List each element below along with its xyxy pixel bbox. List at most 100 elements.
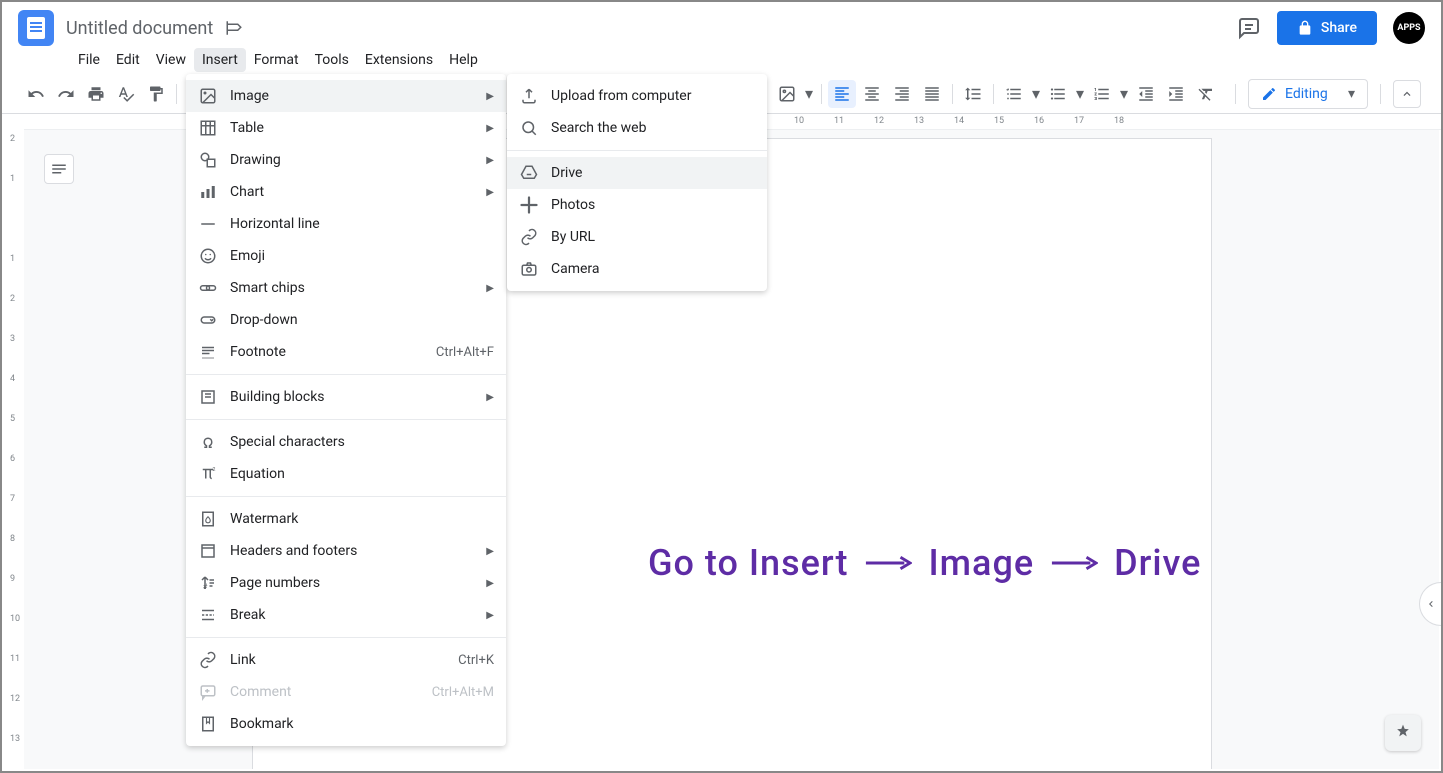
menu-item-label: Horizontal line xyxy=(230,216,494,232)
submenu-arrow-icon: ▶ xyxy=(486,155,494,166)
headers-icon xyxy=(198,541,218,561)
line-spacing-button[interactable] xyxy=(959,80,987,108)
menu-item-label: Link xyxy=(230,652,458,668)
submenu-arrow-icon: ▶ xyxy=(486,578,494,589)
numbered-dropdown[interactable]: ▾ xyxy=(1118,80,1130,108)
insert-item-link[interactable]: LinkCtrl+K xyxy=(186,644,506,676)
emoji-icon xyxy=(198,246,218,266)
align-left-button[interactable] xyxy=(828,80,856,108)
align-justify-button[interactable] xyxy=(918,80,946,108)
photos-icon xyxy=(519,195,539,215)
insert-item-image[interactable]: Image▶ xyxy=(186,80,506,112)
insert-item-equation[interactable]: 2Equation xyxy=(186,458,506,490)
image-item-camera[interactable]: Camera xyxy=(507,253,767,285)
align-right-button[interactable] xyxy=(888,80,916,108)
align-center-button[interactable] xyxy=(858,80,886,108)
break-icon xyxy=(198,605,218,625)
share-button[interactable]: Share xyxy=(1277,11,1377,45)
menu-extensions[interactable]: Extensions xyxy=(357,48,441,72)
dropdown-icon xyxy=(198,310,218,330)
insert-item-table[interactable]: Table▶ xyxy=(186,112,506,144)
insert-item-building-blocks[interactable]: Building blocks▶ xyxy=(186,381,506,413)
spellcheck-button[interactable] xyxy=(112,80,140,108)
menu-help[interactable]: Help xyxy=(441,48,486,72)
insert-item-watermark[interactable]: Watermark xyxy=(186,503,506,535)
menu-insert[interactable]: Insert xyxy=(194,48,246,72)
document-title[interactable]: Untitled document xyxy=(66,18,213,39)
insert-item-drawing[interactable]: Drawing▶ xyxy=(186,144,506,176)
image-submenu: Upload from computer Search the web Drive P… xyxy=(507,74,767,291)
account-avatar[interactable]: APPS xyxy=(1393,12,1425,44)
insert-menu-dropdown: Image▶Table▶Drawing▶Chart▶Horizontal lin… xyxy=(186,74,506,746)
annotation-text: Go to Insert Image Drive xyxy=(648,542,1201,584)
insert-image-button[interactable] xyxy=(773,80,801,108)
menu-item-label: Headers and footers xyxy=(230,543,486,559)
link-icon xyxy=(198,650,218,670)
footnote-icon xyxy=(198,342,218,362)
menu-edit[interactable]: Edit xyxy=(108,48,148,72)
numbered-list-button[interactable] xyxy=(1088,80,1116,108)
menu-item-label: Upload from computer xyxy=(551,88,755,104)
url-icon xyxy=(519,227,539,247)
vertical-ruler: 2112345678910111213 xyxy=(4,130,24,769)
menu-format[interactable]: Format xyxy=(246,48,307,72)
move-icon[interactable] xyxy=(225,19,243,37)
omega-icon xyxy=(198,432,218,452)
insert-item-page-numbers[interactable]: # Page numbers▶ xyxy=(186,567,506,599)
menu-file[interactable]: File xyxy=(70,48,108,72)
print-button[interactable] xyxy=(82,80,110,108)
show-outline-button[interactable] xyxy=(44,154,74,184)
image-item-drive[interactable]: Drive xyxy=(507,157,767,189)
redo-button[interactable] xyxy=(52,80,80,108)
menu-item-label: Camera xyxy=(551,261,755,277)
undo-button[interactable] xyxy=(22,80,50,108)
menu-item-label: Page numbers xyxy=(230,575,486,591)
menu-item-label: Special characters xyxy=(230,434,494,450)
insert-item-headers-and-footers[interactable]: Headers and footers▶ xyxy=(186,535,506,567)
docs-logo[interactable] xyxy=(18,10,54,46)
svg-text:2: 2 xyxy=(213,467,216,473)
chips-icon xyxy=(198,278,218,298)
editing-mode-button[interactable]: Editing ▾ xyxy=(1248,79,1368,109)
hline-icon xyxy=(198,214,218,234)
explore-button[interactable] xyxy=(1385,715,1421,751)
menu-item-label: Watermark xyxy=(230,511,494,527)
decrease-indent-button[interactable] xyxy=(1132,80,1160,108)
pi-icon: 2 xyxy=(198,464,218,484)
clear-format-button[interactable] xyxy=(1192,80,1220,108)
insert-item-drop-down[interactable]: Drop-down xyxy=(186,304,506,336)
insert-item-smart-chips[interactable]: Smart chips▶ xyxy=(186,272,506,304)
checklist-dropdown[interactable]: ▾ xyxy=(1030,80,1042,108)
pagenum-icon: # xyxy=(198,573,218,593)
blocks-icon xyxy=(198,387,218,407)
search-icon xyxy=(519,118,539,138)
menu-view[interactable]: View xyxy=(148,48,194,72)
image-icon xyxy=(198,86,218,106)
image-item-by-url[interactable]: By URL xyxy=(507,221,767,253)
image-dropdown[interactable]: ▾ xyxy=(803,80,815,108)
menu-item-label: Image xyxy=(230,88,486,104)
insert-item-bookmark[interactable]: Bookmark xyxy=(186,708,506,740)
image-item-photos[interactable]: Photos xyxy=(507,189,767,221)
hide-menus-button[interactable] xyxy=(1393,80,1421,108)
insert-item-footnote[interactable]: FootnoteCtrl+Alt+F xyxy=(186,336,506,368)
menu-item-label: Drive xyxy=(551,165,755,181)
increase-indent-button[interactable] xyxy=(1162,80,1190,108)
insert-item-special-characters[interactable]: Special characters xyxy=(186,426,506,458)
paint-format-button[interactable] xyxy=(142,80,170,108)
insert-item-horizontal-line[interactable]: Horizontal line xyxy=(186,208,506,240)
watermark-icon xyxy=(198,509,218,529)
bullet-dropdown[interactable]: ▾ xyxy=(1074,80,1086,108)
checklist-button[interactable] xyxy=(1000,80,1028,108)
insert-item-emoji[interactable]: Emoji xyxy=(186,240,506,272)
menu-item-label: Table xyxy=(230,120,486,136)
menu-item-label: Drawing xyxy=(230,152,486,168)
insert-item-chart[interactable]: Chart▶ xyxy=(186,176,506,208)
image-item-search-the-web[interactable]: Search the web xyxy=(507,112,767,144)
insert-item-break[interactable]: Break▶ xyxy=(186,599,506,631)
image-item-upload-from-computer[interactable]: Upload from computer xyxy=(507,80,767,112)
insert-item-comment[interactable]: CommentCtrl+Alt+M xyxy=(186,676,506,708)
comments-icon[interactable] xyxy=(1237,16,1261,40)
bullet-list-button[interactable] xyxy=(1044,80,1072,108)
menu-tools[interactable]: Tools xyxy=(307,48,357,72)
